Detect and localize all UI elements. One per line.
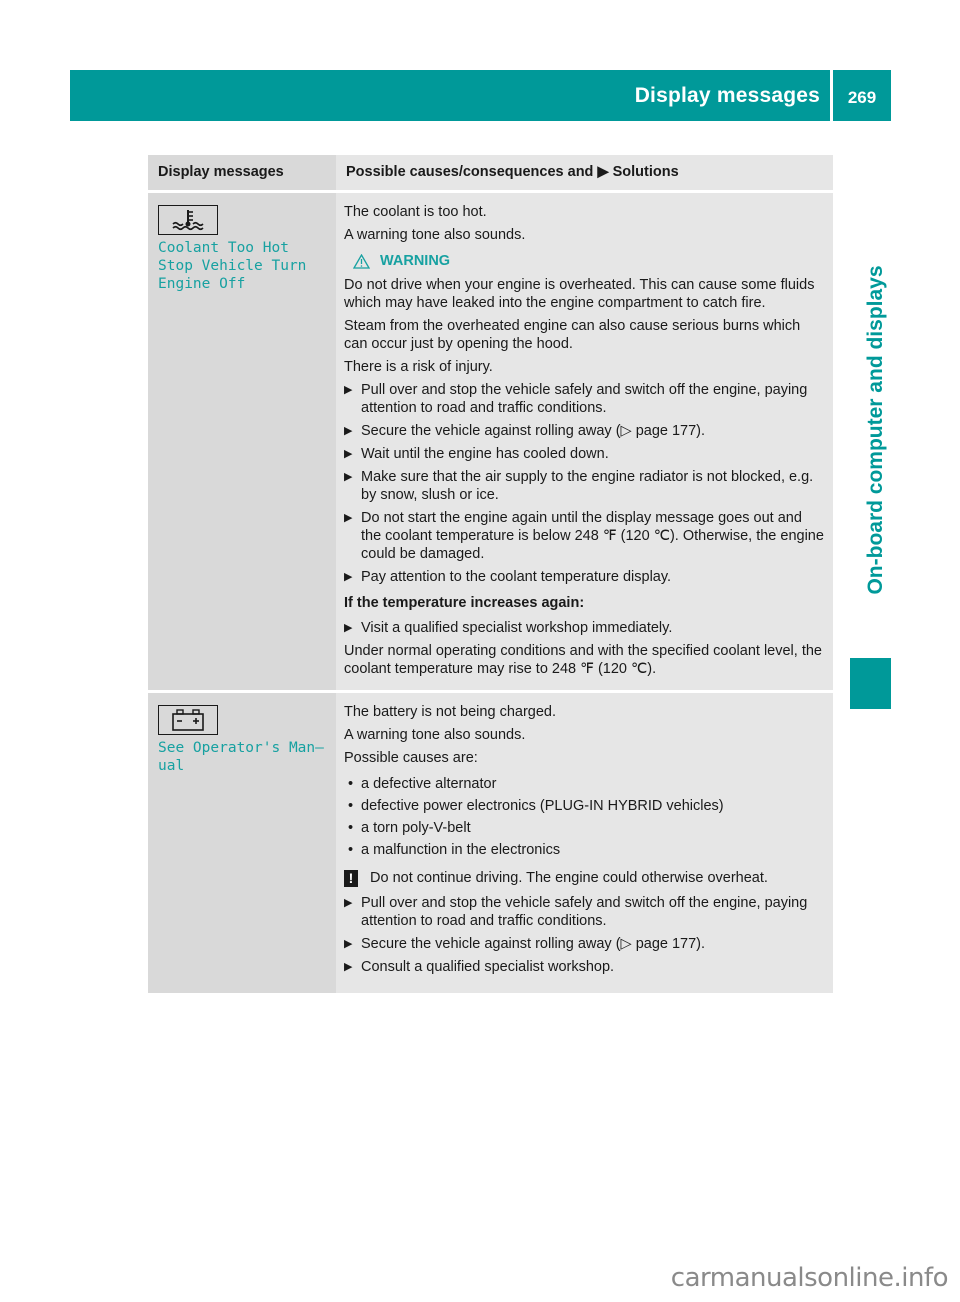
step-text: Make sure that the air supply to the eng… (361, 469, 814, 503)
table-row: See Operator's Man– ual The battery is n… (148, 690, 833, 993)
table-header-row: Display messages Possible causes/consequ… (148, 155, 833, 192)
step-text[interactable]: Secure the vehicle against rolling away … (361, 935, 705, 953)
table-row: Coolant Too Hot Stop Vehicle Turn Engine… (148, 190, 833, 692)
step-arrow-icon: ▶ (344, 471, 353, 483)
solution-step: ▶ Wait until the engine has cooled down. (344, 445, 825, 463)
side-tab-marker (850, 658, 891, 709)
solution-step: ▶ Secure the vehicle against rolling away… (344, 422, 825, 440)
notice: ! Do not continue driving. The engine co… (344, 869, 825, 887)
message-line: Engine Off (158, 276, 246, 292)
warning-text: There is a risk of injury. (344, 359, 493, 375)
causes-solutions-cell: The coolant is too hot. A warning tone a… (336, 190, 833, 692)
message-line: See Operator's Man– (158, 740, 324, 756)
battery-icon (158, 705, 218, 735)
step-arrow-icon: ▶ (344, 897, 353, 909)
step-text: Consult a qualified specialist workshop. (361, 959, 615, 975)
solution-step: ▶ Make sure that the air supply to the en… (344, 468, 825, 504)
step-text: Do not start the engine again until the … (361, 510, 824, 562)
bullet-icon: • (348, 842, 354, 858)
cause-bullet: • a malfunction in the electronics (348, 841, 825, 859)
side-tab-label: On-board computer and displays (864, 265, 887, 595)
warning-label: WARNING (380, 253, 451, 269)
header-bar: Display messages (70, 70, 830, 121)
column-header-display-messages: Display messages (148, 155, 336, 192)
warning-heading: WARNING (353, 252, 825, 270)
bullet-icon: • (348, 776, 354, 792)
warning-text: Steam from the overheated engine can als… (344, 318, 801, 352)
display-message-text: See Operator's Man– ual (158, 739, 326, 775)
step-arrow-icon: ▶ (344, 938, 353, 950)
message-line: Stop Vehicle Turn (158, 258, 307, 274)
display-messages-table: Display messages Possible causes/consequ… (148, 155, 833, 993)
step-arrow-icon: ▶ (344, 384, 353, 396)
step-arrow-icon: ▶ (344, 448, 353, 460)
warning-text: Do not drive when your engine is overhea… (344, 277, 815, 311)
bullet-text: a malfunction in the electronics (361, 842, 561, 858)
solution-step: ▶ Secure the vehicle against rolling away… (344, 935, 825, 953)
coolant-temperature-icon (158, 205, 218, 235)
page-number: 269 (833, 70, 891, 121)
solution-step: ▶ Visit a qualified specialist workshop i… (344, 619, 825, 637)
cause-bullet: • a torn poly-V-belt (348, 819, 825, 837)
causes-solutions-cell: The battery is not being charged. A warn… (336, 690, 833, 993)
side-tab: On-board computer and displays (856, 210, 896, 650)
message-line: ual (158, 758, 185, 774)
bullet-text: a torn poly-V-belt (361, 820, 471, 836)
warning-triangle-icon (353, 253, 370, 269)
bullet-text: defective power electronics (PLUG-IN HYB… (361, 798, 724, 814)
bullet-icon: • (348, 820, 354, 836)
cause-text: The battery is not being charged. (344, 704, 556, 720)
cause-text: A warning tone also sounds. (344, 227, 526, 243)
display-message-text: Coolant Too Hot Stop Vehicle Turn Engine… (158, 239, 326, 293)
cause-text: The coolant is too hot. (344, 204, 487, 220)
notice-text: Do not continue driving. The engine coul… (370, 870, 768, 886)
cause-bullet: • a defective alternator (348, 775, 825, 793)
step-arrow-icon: ▶ (344, 425, 353, 437)
step-text: Pull over and stop the vehicle safely an… (361, 895, 808, 929)
watermark: carmanualsonline.info (670, 1263, 949, 1293)
display-message-cell: See Operator's Man– ual (148, 690, 336, 993)
cause-text: A warning tone also sounds. (344, 727, 526, 743)
step-arrow-icon: ▶ (344, 961, 353, 973)
step-text: Wait until the engine has cooled down. (361, 446, 609, 462)
subheading: If the temperature increases again: (344, 595, 585, 611)
step-text: Pay attention to the coolant temperature… (361, 569, 672, 585)
message-line: Coolant Too Hot (158, 240, 289, 256)
bullet-icon: • (348, 798, 354, 814)
step-arrow-icon: ▶ (344, 571, 353, 583)
step-arrow-icon: ▶ (344, 512, 353, 524)
footer-note: Under normal operating conditions and wi… (344, 643, 822, 677)
section-title: Display messages (634, 84, 820, 107)
solution-step: ▶ Pay attention to the coolant temperatur… (344, 568, 825, 586)
exclamation-icon: ! (344, 869, 358, 887)
column-header-causes-solutions: Possible causes/consequences and ▶ Solut… (336, 155, 833, 192)
cause-bullet: • defective power electronics (PLUG-IN HY… (348, 797, 825, 815)
bullet-text: a defective alternator (361, 776, 497, 792)
step-text: Pull over and stop the vehicle safely an… (361, 382, 808, 416)
display-message-cell: Coolant Too Hot Stop Vehicle Turn Engine… (148, 190, 336, 692)
step-text: Visit a qualified specialist workshop im… (361, 620, 673, 636)
step-text[interactable]: Secure the vehicle against rolling away … (361, 422, 705, 440)
solution-step: ▶ Pull over and stop the vehicle safely a… (344, 381, 825, 417)
solution-step: ▶ Consult a qualified specialist workshop… (344, 958, 825, 976)
cause-text: Possible causes are: (344, 750, 478, 766)
step-arrow-icon: ▶ (344, 622, 353, 634)
solution-step: ▶ Pull over and stop the vehicle safely a… (344, 894, 825, 930)
solution-step: ▶ Do not start the engine again until the… (344, 509, 825, 563)
